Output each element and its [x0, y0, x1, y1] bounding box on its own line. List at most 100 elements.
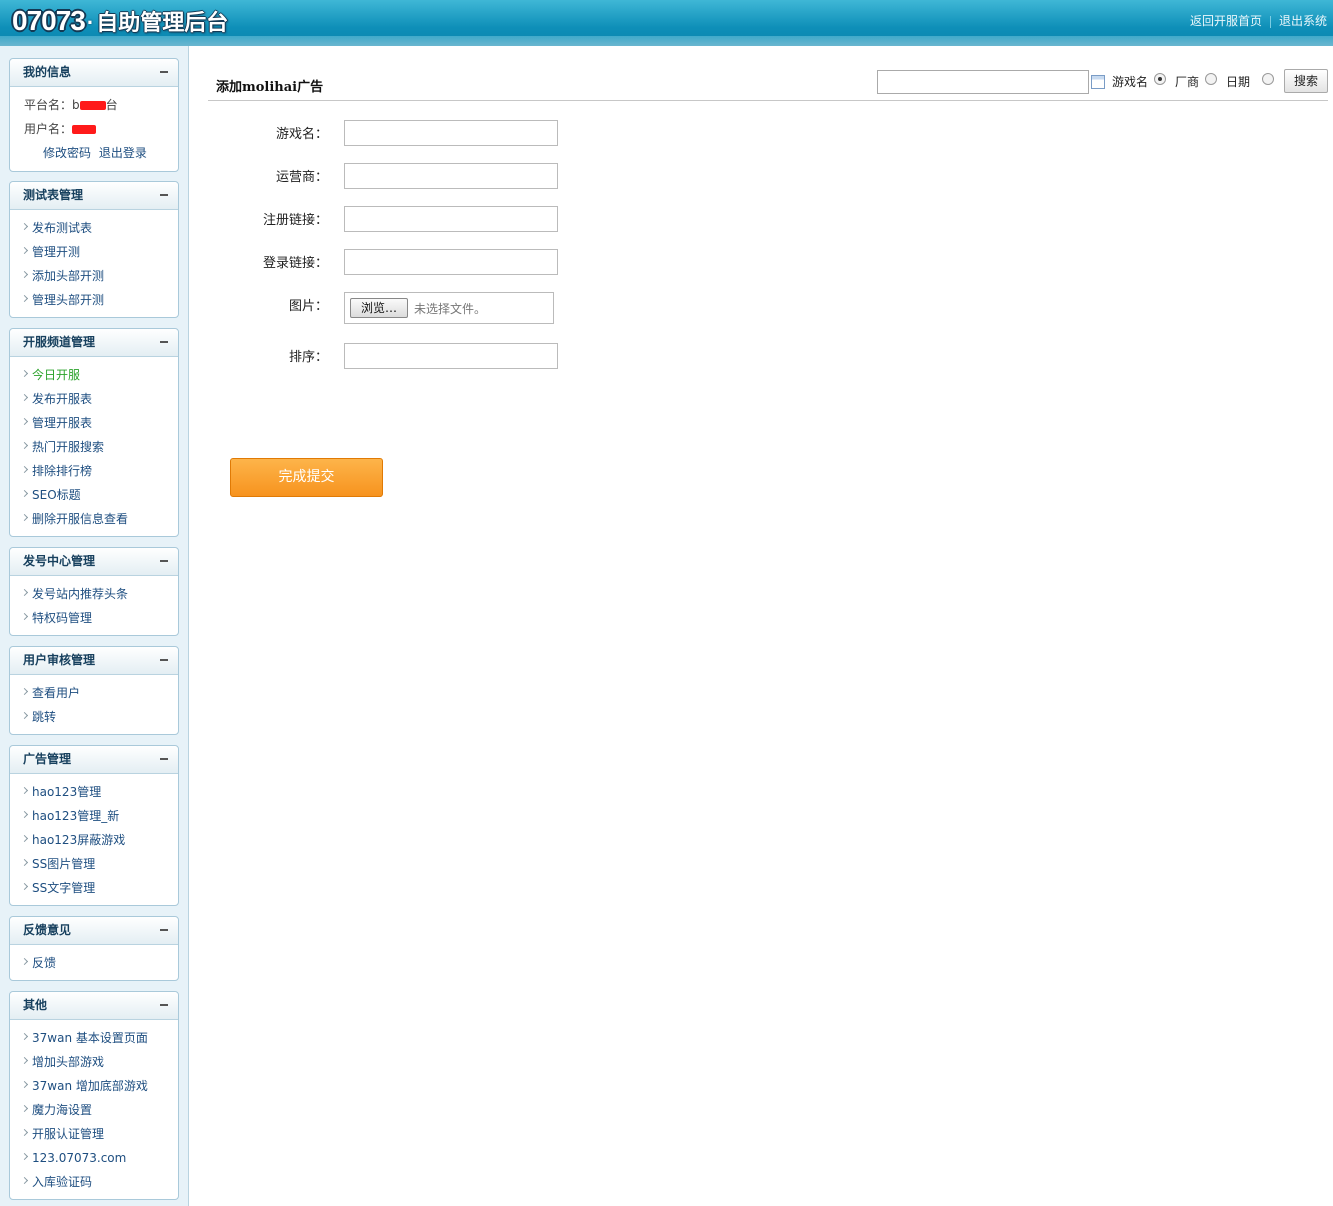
collapse-icon[interactable] [160, 194, 168, 196]
logout-system-link[interactable]: 退出系统 [1279, 14, 1327, 28]
chevron-right-icon [20, 393, 29, 402]
menu-item[interactable]: 排除排行榜 [10, 459, 178, 483]
menu-link[interactable]: 热门开服搜索 [32, 440, 104, 454]
menu-link[interactable]: 37wan 增加底部游戏 [32, 1079, 148, 1093]
image-file-input[interactable]: 浏览… 未选择文件。 [344, 292, 554, 324]
panel-title: 用户审核管理 [23, 653, 96, 667]
menu-link[interactable]: hao123管理 [32, 785, 101, 799]
collapse-icon[interactable] [160, 758, 168, 760]
register-link-input[interactable] [344, 206, 558, 232]
menu-item[interactable]: 特权码管理 [10, 606, 178, 630]
menu-item[interactable]: 魔力海设置 [10, 1098, 178, 1122]
menu-link[interactable]: 跳转 [32, 710, 56, 724]
chevron-right-icon [20, 882, 29, 891]
menu-link[interactable]: 发号站内推荐头条 [32, 587, 128, 601]
browse-button[interactable]: 浏览… [350, 298, 408, 318]
search-button[interactable]: 搜索 [1284, 69, 1328, 93]
menu-item[interactable]: 反馈 [10, 951, 178, 975]
login-link-input[interactable] [344, 249, 558, 275]
menu-link[interactable]: 魔力海设置 [32, 1103, 92, 1117]
menu-item[interactable]: 发布开服表 [10, 387, 178, 411]
collapse-icon[interactable] [160, 1004, 168, 1006]
menu-item[interactable]: hao123屏蔽游戏 [10, 828, 178, 852]
menu-item[interactable]: 开服认证管理 [10, 1122, 178, 1146]
menu-link[interactable]: 特权码管理 [32, 611, 92, 625]
menu-item[interactable]: 添加头部开测 [10, 264, 178, 288]
back-home-link[interactable]: 返回开服首页 [1190, 14, 1262, 28]
page-title: 添加molihai广告 [216, 80, 324, 95]
redaction-mark [72, 125, 97, 134]
sort-input[interactable] [344, 343, 558, 369]
change-password-link[interactable]: 修改密码 [43, 146, 91, 160]
collapse-icon[interactable] [160, 560, 168, 562]
menu-item[interactable]: SS文字管理 [10, 876, 178, 900]
radio-vendor[interactable] [1205, 73, 1217, 85]
panel-title: 开服频道管理 [23, 335, 96, 349]
collapse-icon[interactable] [160, 929, 168, 931]
menu-item[interactable]: 跳转 [10, 705, 178, 729]
menu-item[interactable]: 增加头部游戏 [10, 1050, 178, 1074]
menu-link[interactable]: 管理开测 [32, 245, 80, 259]
menu-item[interactable]: 37wan 基本设置页面 [10, 1026, 178, 1050]
menu-item[interactable]: 今日开服 [10, 363, 178, 387]
menu-item[interactable]: 查看用户 [10, 681, 178, 705]
menu-link[interactable]: SEO标题 [32, 488, 81, 502]
panel-header: 开服频道管理 [10, 329, 178, 357]
collapse-icon[interactable] [160, 341, 168, 343]
chevron-right-icon [20, 417, 29, 426]
menu-item[interactable]: 管理开服表 [10, 411, 178, 435]
menu-link[interactable]: 开服认证管理 [32, 1127, 104, 1141]
menu-link[interactable]: 查看用户 [32, 686, 80, 700]
menu-link[interactable]: SS图片管理 [32, 857, 95, 871]
menu-link[interactable]: hao123管理_新 [32, 809, 119, 823]
menu-link[interactable]: 发布开服表 [32, 392, 92, 406]
user-label: 用户名： [24, 122, 73, 136]
menu-link[interactable]: 增加头部游戏 [32, 1055, 104, 1069]
menu-link[interactable]: 排除排行榜 [32, 464, 92, 478]
menu-link-active[interactable]: 今日开服 [32, 368, 80, 382]
menu-item[interactable]: 123.07073.com [10, 1146, 178, 1170]
menu-item[interactable]: SEO标题 [10, 483, 178, 507]
radio-date[interactable] [1262, 73, 1274, 85]
menu-item[interactable]: 热门开服搜索 [10, 435, 178, 459]
submit-button[interactable]: 完成提交 [230, 458, 383, 497]
panel-title: 其他 [23, 998, 48, 1012]
menu-link[interactable]: 入库验证码 [32, 1175, 92, 1189]
menu-link[interactable]: hao123屏蔽游戏 [32, 833, 125, 847]
menu-link[interactable]: SS文字管理 [32, 881, 95, 895]
menu-item[interactable]: hao123管理_新 [10, 804, 178, 828]
chevron-right-icon [20, 858, 29, 867]
menu-item[interactable]: 发号站内推荐头条 [10, 582, 178, 606]
radio-game[interactable] [1154, 73, 1166, 85]
calendar-icon[interactable] [1091, 75, 1105, 89]
menu-item[interactable]: 管理头部开测 [10, 288, 178, 312]
game-name-input[interactable] [344, 120, 558, 146]
menu-item[interactable]: SS图片管理 [10, 852, 178, 876]
chevron-right-icon [20, 1080, 29, 1089]
menu-link[interactable]: 管理开服表 [32, 416, 92, 430]
logo-number: 07073 [12, 5, 86, 36]
menu-link[interactable]: 管理头部开测 [32, 293, 104, 307]
menu-link[interactable]: 37wan 基本设置页面 [32, 1031, 148, 1045]
menu-link[interactable]: 123.07073.com [32, 1151, 126, 1165]
menu-link[interactable]: 反馈 [32, 956, 56, 970]
menu-item[interactable]: 删除开服信息查看 [10, 507, 178, 531]
collapse-icon[interactable] [160, 659, 168, 661]
logout-link[interactable]: 退出登录 [99, 146, 147, 160]
menu-item[interactable]: hao123管理 [10, 780, 178, 804]
menu-link[interactable]: 发布测试表 [32, 221, 92, 235]
operator-input[interactable] [344, 163, 558, 189]
menu-link[interactable]: 添加头部开测 [32, 269, 104, 283]
menu-link[interactable]: 删除开服信息查看 [32, 512, 128, 526]
register-link-label: 注册链接： [262, 213, 328, 228]
panel-header: 发号中心管理 [10, 548, 178, 576]
platform-row: 平台名：b 台 [24, 93, 178, 117]
menu-item[interactable]: 发布测试表 [10, 216, 178, 240]
menu-item[interactable]: 37wan 增加底部游戏 [10, 1074, 178, 1098]
menu-panel-feedback: 反馈意见 反馈 [9, 916, 179, 981]
collapse-icon[interactable] [160, 71, 168, 73]
menu-item[interactable]: 入库验证码 [10, 1170, 178, 1194]
menu-item[interactable]: 管理开测 [10, 240, 178, 264]
search-input[interactable] [877, 70, 1089, 94]
panel-title: 发号中心管理 [23, 554, 96, 568]
